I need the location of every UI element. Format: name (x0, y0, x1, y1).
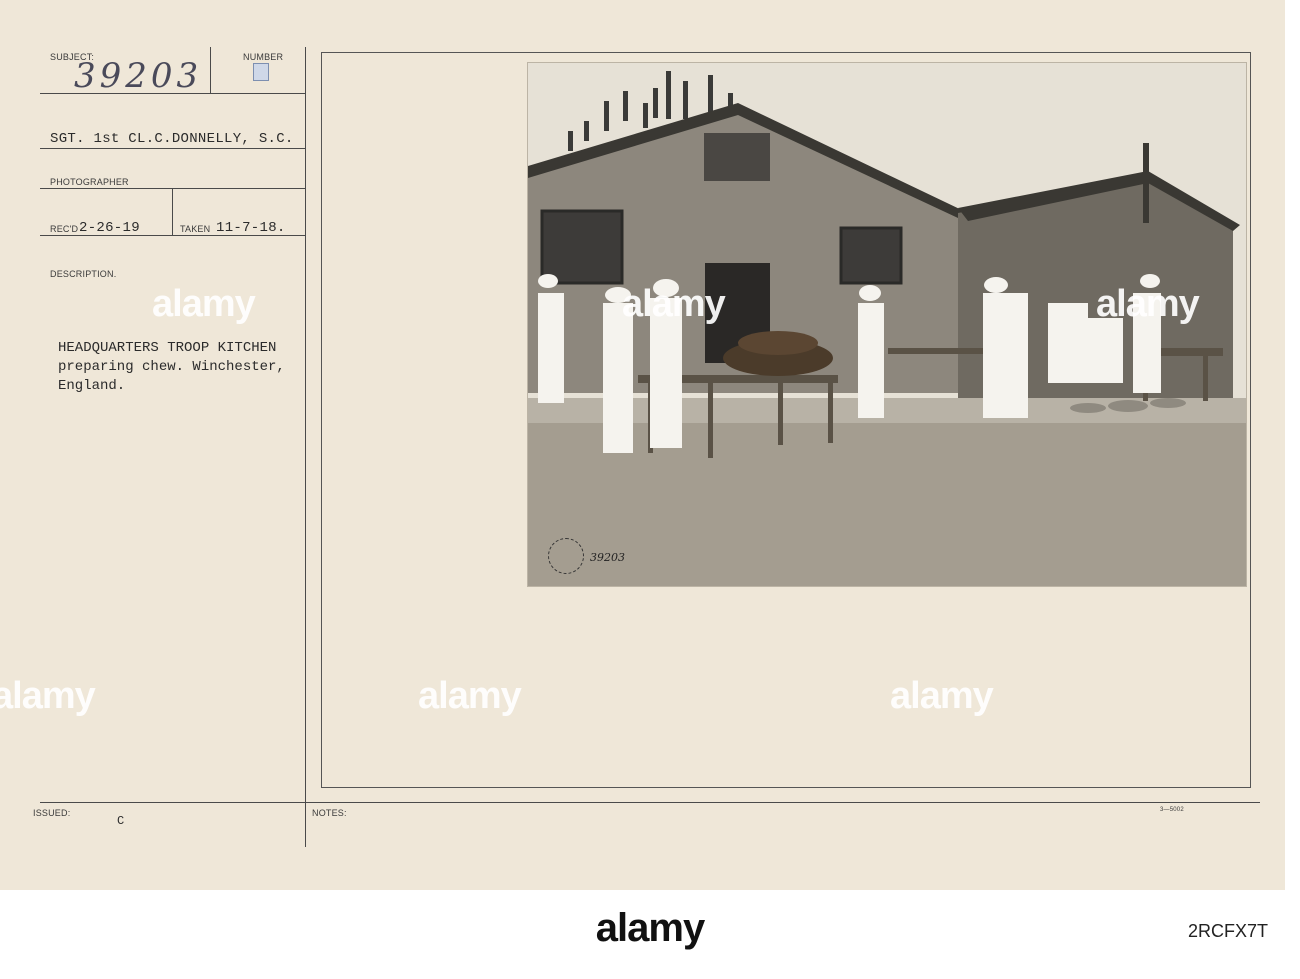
issued-label: ISSUED: (33, 808, 71, 818)
bottom-rule (40, 802, 1260, 803)
watermark: alamy (152, 283, 256, 325)
watermark: alamy (622, 283, 726, 325)
taken-date: 11-7-18. (216, 220, 286, 236)
handwritten-number: 39203 (74, 56, 203, 96)
watermark: alamy (418, 675, 522, 717)
photo-number: 39203 (590, 551, 625, 564)
divider (210, 47, 211, 94)
description-text: HEADQUARTERS TROOP KITCHEN preparing che… (58, 340, 285, 394)
divider (40, 235, 305, 236)
signal-corps-stamp (548, 538, 584, 574)
watermark: alamy (0, 675, 96, 717)
notes-label: NOTES: (312, 808, 347, 818)
divider (40, 93, 305, 94)
number-stamp (253, 63, 269, 81)
divider (172, 188, 173, 236)
watermark: alamy (1096, 283, 1200, 325)
photographer-label: PHOTOGRAPHER (50, 177, 129, 187)
recd-date: 2-26-19 (79, 220, 140, 236)
archive-card: SUBJECT: NUMBER 39203 SGT. 1st CL.C.DONN… (0, 0, 1285, 890)
description-label: DESCRIPTION. (50, 269, 117, 279)
watermark: alamy (890, 675, 994, 717)
recd-label: REC'D (50, 224, 79, 234)
number-label: NUMBER (243, 52, 284, 62)
divider (40, 148, 305, 149)
photographer-name: SGT. 1st CL.C.DONNELLY, S.C. (50, 131, 294, 147)
form-number: 3—5002 (1160, 807, 1184, 813)
issued-value: C (117, 814, 125, 828)
column-divider (305, 47, 306, 847)
taken-label: TAKEN (180, 224, 211, 234)
footer-logo: alamy (595, 906, 705, 950)
footer-bar: alamy 2RCFX7T (0, 890, 1300, 979)
image-id: 2RCFX7T (1187, 921, 1268, 941)
